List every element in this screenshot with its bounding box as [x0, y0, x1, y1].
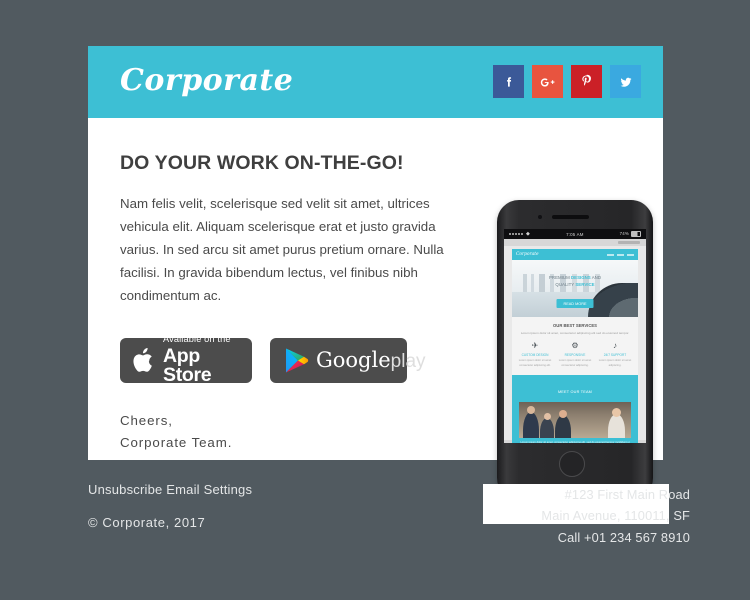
- hero-headline-1: PREMIUM DESIGNS AND: [549, 275, 601, 280]
- phone-status-bar: ◆ 7:05 AM 74%: [504, 229, 646, 239]
- services-title: OUR BEST SERVICES: [553, 323, 597, 328]
- footer-address: #123 First Main Road Main Avenue, 110011…: [541, 484, 690, 548]
- footer-left: Unsubscribe Email Settings © Corporate, …: [88, 482, 252, 530]
- site-nav: [607, 253, 634, 256]
- app-store-badges: Available on the App Store Googleplay: [120, 335, 426, 385]
- app-store-label: Available on the App Store: [163, 335, 252, 385]
- phone-mockup: ◆ 7:05 AM 74% Corporate PREMIUM DESIGNS …: [483, 200, 669, 524]
- site-hero: PREMIUM DESIGNS AND QUALITY SERVICE READ…: [512, 260, 638, 317]
- address-line-2: Main Avenue, 110011, SF: [541, 508, 690, 524]
- service-item: ♪ 24/7 SUPPORT Lorem ipsum dolor sit ame…: [597, 340, 633, 368]
- google-plus-icon[interactable]: [532, 65, 563, 98]
- email-body: DO YOUR WORK ON-THE-GO! Nam felis velit,…: [88, 118, 669, 524]
- site-team: Lorem ipsum dolor sit amet, consectetur …: [512, 402, 638, 443]
- browser-url-pill: [618, 241, 640, 244]
- service-item: ✈ CUSTOM DESIGN Lorem ipsum dolor sit am…: [517, 340, 553, 368]
- hero-headline-2: QUALITY SERVICE: [555, 282, 595, 287]
- page-title: DO YOUR WORK ON-THE-GO!: [120, 152, 404, 174]
- email-card: Corporate DO YOUR WORK ON-THE-GO! Nam fe…: [88, 46, 669, 524]
- email-template: Corporate DO YOUR WORK ON-THE-GO! Nam fe…: [0, 0, 750, 600]
- body-paragraph: Nam felis velit, scelerisque sed velit s…: [120, 196, 444, 303]
- google-play-brand: Google: [316, 348, 391, 372]
- address-line-1: #123 First Main Road: [564, 487, 690, 502]
- hero-cta-button[interactable]: READ MORE: [556, 299, 594, 308]
- team-caption: Lorem ipsum dolor sit amet, consectetur …: [520, 441, 630, 443]
- team-band-title: MEET OUR TEAM: [557, 390, 593, 395]
- site-team-band: MEET OUR TEAM: [512, 375, 638, 403]
- google-play-suffix: play: [390, 351, 426, 372]
- apple-icon: [131, 346, 155, 375]
- email-header: Corporate: [88, 46, 663, 118]
- service-text: Lorem ipsum dolor sit amet consectetur a…: [558, 358, 592, 367]
- wifi-icon: ◆: [526, 231, 531, 237]
- twitter-icon[interactable]: [610, 65, 641, 98]
- signature-line1: Cheers,: [120, 413, 173, 428]
- phone-screen: ◆ 7:05 AM 74% Corporate PREMIUM DESIGNS …: [504, 229, 646, 443]
- signature-line2: Corporate Team.: [120, 434, 233, 450]
- site-logo: Corporate: [516, 252, 539, 257]
- google-play-label: Googleplay: [316, 348, 426, 372]
- app-store-button[interactable]: Available on the App Store: [120, 335, 252, 385]
- copyright-text: © Corporate, 2017: [88, 515, 206, 530]
- phone-frame: ◆ 7:05 AM 74% Corporate PREMIUM DESIGNS …: [497, 200, 653, 500]
- headphones-icon: ♪: [613, 340, 617, 350]
- services-row: ✈ CUSTOM DESIGN Lorem ipsum dolor sit am…: [517, 340, 633, 368]
- services-subtitle: Lorem ipsum dolor sit amet, consectetur …: [520, 331, 630, 335]
- google-play-button[interactable]: Googleplay: [270, 338, 426, 383]
- service-heading: 24/7 SUPPORT: [603, 352, 627, 357]
- battery-indicator: 74%: [620, 231, 641, 237]
- site-header: Corporate: [512, 249, 638, 260]
- service-text: Lorem ipsum dolor sit amet adipiscing.: [598, 358, 632, 367]
- gear-icon: ⚙: [571, 340, 579, 350]
- service-heading: RESPONSIVE: [564, 352, 586, 357]
- email-footer: Unsubscribe Email Settings © Corporate, …: [88, 482, 690, 562]
- text-column: DO YOUR WORK ON-THE-GO! Nam felis velit,…: [120, 152, 465, 308]
- pinterest-icon[interactable]: [571, 65, 602, 98]
- service-item: ⚙ RESPONSIVE Lorem ipsum dolor sit amet …: [557, 340, 593, 368]
- unsubscribe-link[interactable]: Unsubscribe Email Settings: [88, 482, 252, 497]
- phone-speaker-icon: [552, 215, 589, 219]
- phone-browser-bar: [504, 239, 646, 246]
- phone-site-preview: Corporate PREMIUM DESIGNS AND QUALITY SE…: [504, 246, 646, 443]
- app-store-line2: App Store: [163, 344, 212, 387]
- google-play-triangle-icon: [284, 347, 309, 374]
- phone-home-button[interactable]: [559, 451, 585, 477]
- site-services: OUR BEST SERVICES Lorem ipsum dolor sit …: [512, 317, 638, 376]
- team-photo: [519, 402, 631, 439]
- service-text: Lorem ipsum dolor sit amet consectetur a…: [518, 358, 552, 367]
- status-bar-time: 7:05 AM: [566, 231, 584, 237]
- social-links: [493, 65, 641, 98]
- address-line-3: Call +01 234 567 8910: [557, 529, 690, 545]
- phone-camera-icon: [538, 215, 542, 219]
- app-store-line1: Available on the: [163, 334, 231, 345]
- facebook-icon[interactable]: [493, 65, 524, 98]
- service-heading: CUSTOM DESIGN: [521, 352, 549, 357]
- brand-logo: Corporate: [120, 63, 294, 98]
- rocket-icon: ✈: [531, 340, 539, 350]
- signature: Cheers, Corporate Team.: [120, 410, 232, 454]
- signal-icon: ◆: [509, 231, 530, 237]
